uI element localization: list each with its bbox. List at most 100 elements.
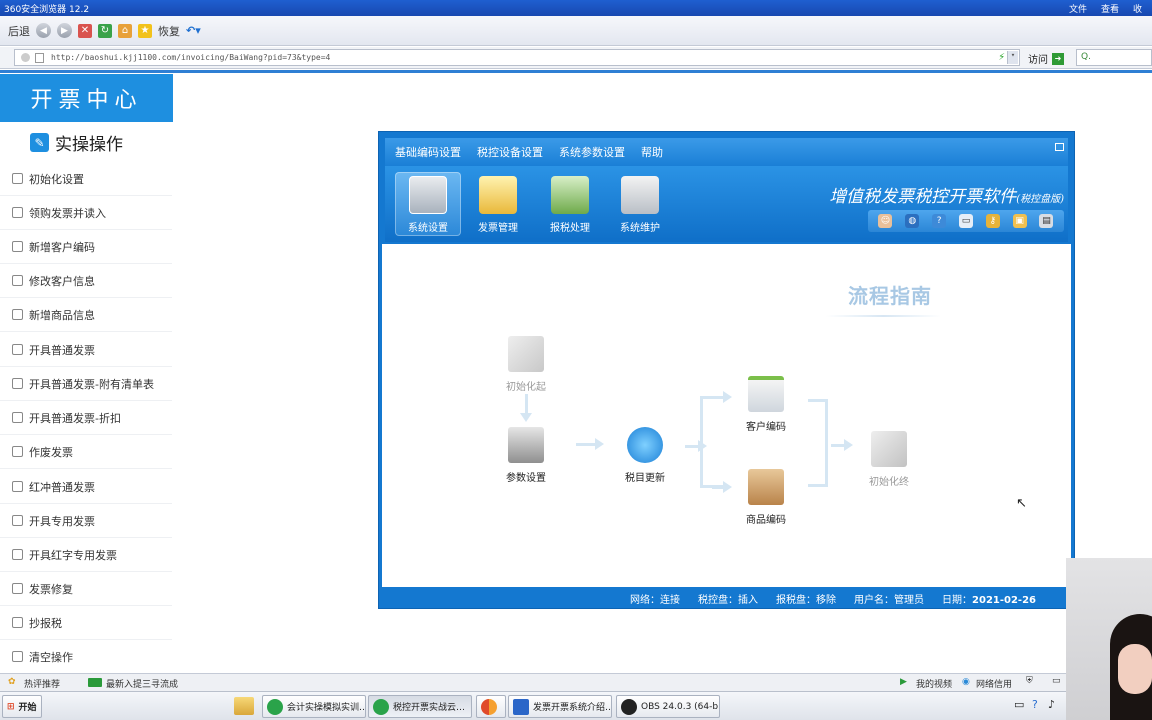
sidebar-item-tax-copy[interactable]: 抄报税 (0, 606, 172, 640)
tray-help-icon[interactable]: ? (1032, 698, 1038, 711)
taskbar: ⊞ 开始 会计实操模拟实训… 税控开票实战云… 发票开票系统介绍… OBS 24.… (0, 691, 1152, 720)
sidebar-item-void-invoice[interactable]: 作废发票 (0, 435, 172, 469)
menu-basic-code[interactable]: 基础编码设置 (395, 144, 461, 160)
browser-title-bar: 360安全浏览器 12.2 文件 查看 收 (0, 0, 1152, 16)
void-icon (12, 446, 23, 457)
app-menu-bar: 基础编码设置 税控设备设置 系统参数设置 帮助 (385, 138, 1068, 166)
title-menu-file[interactable]: 文件 (1069, 2, 1087, 15)
sidebar: 开票中心 ✎ 实操操作 初始化设置 领购发票并读入 新增客户编码 修改客户信息 … (0, 73, 178, 674)
menu-help[interactable]: 帮助 (641, 144, 663, 160)
flow-node-param-settings[interactable]: 参数设置 (491, 427, 561, 484)
sidebar-item-repair[interactable]: 发票修复 (0, 572, 172, 606)
sidebar-item-red-reverse[interactable]: 红冲普通发票 (0, 470, 172, 504)
status-date: 日期：2021-02-26 (942, 595, 1036, 606)
maintenance-tools-icon (621, 176, 659, 214)
sliders-icon (508, 427, 544, 463)
window-icon[interactable]: ▭ (958, 214, 973, 228)
taskbar-item-app[interactable] (476, 695, 506, 718)
tray-sound-icon[interactable]: ♪ (1048, 698, 1055, 711)
key-icon[interactable]: ⚷ (985, 214, 1000, 228)
menu-system-params[interactable]: 系统参数设置 (559, 144, 625, 160)
webcam-overlay (1066, 558, 1152, 720)
discount-icon (12, 412, 23, 423)
globe-icon[interactable]: ◍ (905, 214, 920, 228)
sidebar-item-new-goods[interactable]: 新增商品信息 (0, 298, 172, 332)
status-recommend[interactable]: 热评推荐 (24, 677, 60, 690)
title-menu-view[interactable]: 查看 (1101, 2, 1119, 15)
goods-box-icon (748, 469, 784, 505)
flow-arrow-to-goods (712, 481, 732, 493)
title-menu-fav[interactable]: 收 (1133, 2, 1142, 15)
red-special-icon (12, 549, 23, 560)
home-icon[interactable]: ⌂ (118, 23, 132, 38)
back-button[interactable]: 后退 (8, 23, 30, 39)
init-end-icon (871, 431, 907, 467)
menu-tax-device[interactable]: 税控设备设置 (477, 144, 543, 160)
favorite-star-icon[interactable]: ★ (138, 23, 152, 38)
flow-node-goods-code[interactable]: 商品编码 (731, 469, 801, 526)
restore-button[interactable]: 恢复 (158, 23, 180, 39)
taskbar-item-tax-invoice[interactable]: 税控开票实战云… (368, 695, 472, 718)
start-button[interactable]: ⊞ 开始 (2, 695, 42, 718)
ribbon-tax-report[interactable]: 报税处理 (537, 172, 603, 236)
ribbon-invoice-management[interactable]: 发票管理 (465, 172, 531, 236)
flow-node-customer-code[interactable]: 客户编码 (731, 376, 801, 433)
folder-icon[interactable] (234, 697, 254, 715)
ribbon-system-settings[interactable]: 系统设置 (395, 172, 461, 236)
sidebar-item-invoice-discount[interactable]: 开具普通发票-折扣 (0, 401, 172, 435)
sidebar-item-edit-customer[interactable]: 修改客户信息 (0, 264, 172, 298)
lock-icon[interactable]: ▣ (1012, 214, 1027, 228)
invoice-icon (12, 344, 23, 355)
status-tax-disk: 税控盘：插入 (698, 595, 759, 606)
refresh-icon[interactable]: ↻ (98, 23, 112, 38)
tray-network-icon[interactable]: ▭ (1014, 698, 1024, 711)
forward-arrow-icon[interactable]: ▶ (57, 23, 72, 38)
screen-icon[interactable]: ▭ (1052, 676, 1061, 686)
back-arrow-icon[interactable]: ◀ (36, 23, 51, 38)
browser-toolbar: 后退 ◀ ▶ ✕ ↻ ⌂ ★ 恢复 ↶▾ (0, 16, 1152, 46)
speed-mode-icon[interactable]: ⚡ (998, 50, 1005, 63)
taskbar-item-accounting[interactable]: 会计实操模拟实训… (262, 695, 366, 718)
sidebar-item-normal-invoice[interactable]: 开具普通发票 (0, 333, 172, 367)
sidebar-item-init[interactable]: 初始化设置 (0, 162, 172, 196)
ie-browser-icon (267, 698, 283, 715)
address-bar-row: http://baoshui.kjj1100.com/invoicing/Bai… (0, 47, 1152, 69)
flow-arrow-right-2 (685, 440, 707, 452)
flow-node-init-end[interactable]: 初始化终 (854, 431, 924, 488)
shield-icon[interactable]: ⛨ (1026, 676, 1033, 686)
mouse-cursor-icon: ↖ (1016, 496, 1027, 511)
sidebar-item-special-invoice[interactable]: 开具专用发票 (0, 504, 172, 538)
undo-icon[interactable]: ↶▾ (186, 24, 201, 37)
user-icon[interactable]: ☺ (878, 214, 893, 228)
edit-customer-icon (12, 275, 23, 286)
status-my-video[interactable]: 我的视频 (916, 677, 952, 690)
page-icon (35, 53, 44, 63)
taskbar-item-obs[interactable]: OBS 24.0.3 (64-b… (616, 695, 720, 718)
window-maximize-icon[interactable] (1055, 143, 1064, 151)
windows-logo-icon: ⊞ (7, 701, 15, 712)
sidebar-item-clear[interactable]: 清空操作 (0, 640, 172, 674)
goods-icon (12, 309, 23, 320)
status-news[interactable]: 最新入提三寻流成 (106, 677, 178, 690)
sidebar-item-purchase[interactable]: 领购发票并读入 (0, 196, 172, 230)
sidebar-item-new-customer[interactable]: 新增客户编码 (0, 230, 172, 264)
search-input[interactable]: Q. (1076, 49, 1152, 66)
invoicing-app-window: 基础编码设置 税控设备设置 系统参数设置 帮助 系统设置 发票管理 报税处理 系… (378, 131, 1075, 609)
calculator-icon[interactable]: ▤ (1039, 214, 1054, 228)
go-button[interactable]: 访问 ➜ (1028, 51, 1064, 66)
status-net-credit[interactable]: 网络信用 (976, 677, 1012, 690)
help-icon[interactable]: ? (932, 214, 947, 228)
ribbon-system-maintenance[interactable]: 系统维护 (607, 172, 673, 236)
flow-node-tax-update[interactable]: 税目更新 (610, 427, 680, 484)
news-badge-icon (88, 678, 102, 687)
sidebar-item-invoice-list[interactable]: 开具普通发票-附有清单表 (0, 367, 172, 401)
stop-icon[interactable]: ✕ (78, 23, 92, 38)
obs-icon (621, 698, 637, 715)
taskbar-item-invoice-intro[interactable]: 发票开票系统介绍… (508, 695, 612, 718)
repair-icon (12, 583, 23, 594)
address-input[interactable]: http://baoshui.kjj1100.com/invoicing/Bai… (14, 49, 1020, 66)
tax-copy-icon (12, 617, 23, 628)
flow-node-init-start[interactable]: 初始化起 (491, 336, 561, 393)
sidebar-item-red-special[interactable]: 开具红字专用发票 (0, 538, 172, 572)
address-dropdown-icon[interactable]: ▾ (1007, 51, 1018, 64)
